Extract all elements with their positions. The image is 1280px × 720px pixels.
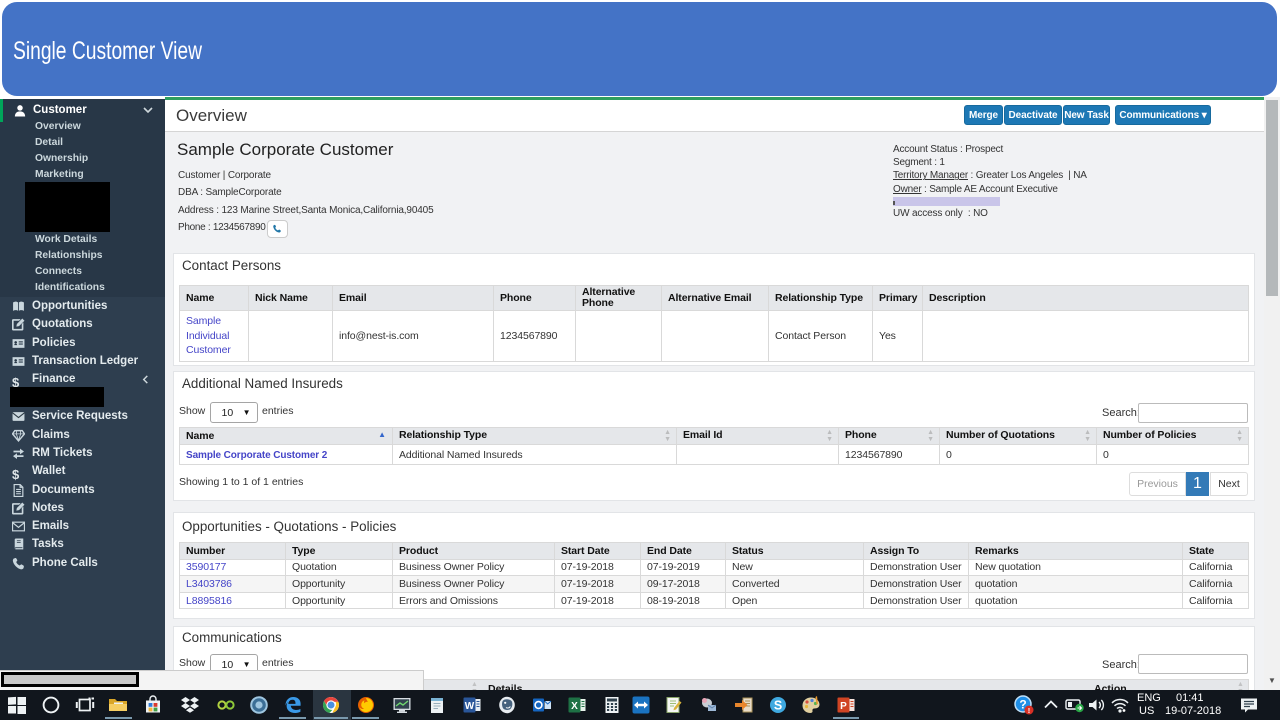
svg-text:!: ! (1028, 706, 1031, 715)
svg-text:S: S (774, 699, 782, 713)
svg-text:W: W (465, 701, 475, 712)
svg-text:P: P (840, 701, 847, 712)
svg-text:X: X (571, 701, 578, 712)
